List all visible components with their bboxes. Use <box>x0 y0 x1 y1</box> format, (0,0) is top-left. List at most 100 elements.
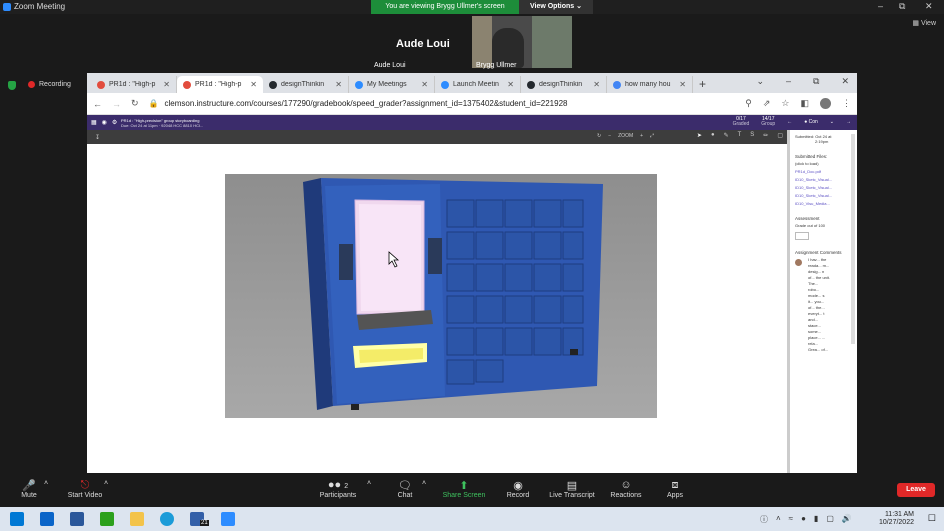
close-icon[interactable]: ✕ <box>250 80 257 89</box>
wifi-icon[interactable]: ≈ <box>789 514 793 525</box>
view-options-button[interactable]: View Options ⌄ <box>519 0 593 14</box>
browser-tab[interactable]: how many hou ✕ <box>607 76 693 93</box>
zoom-taskbar-icon[interactable] <box>221 512 235 526</box>
address-bar: ← → ↻ 🔒 clemson.instructure.com/courses/… <box>87 93 857 115</box>
minimize-button[interactable]: – <box>878 1 883 11</box>
close-button[interactable]: ✕ <box>925 1 933 12</box>
area-tool-icon[interactable]: ▢ <box>777 132 783 139</box>
file-explorer-icon[interactable] <box>130 512 144 526</box>
record-button[interactable]: ◉ Record <box>504 479 532 499</box>
pointer-tool-icon[interactable]: ➤ <box>697 132 702 139</box>
restore-button[interactable]: ⧉ <box>899 1 905 12</box>
browser-close-button[interactable]: ✕ <box>841 76 849 87</box>
eye-icon[interactable]: ◉ <box>102 119 107 126</box>
pin-tool-icon[interactable]: ● <box>711 132 715 139</box>
lock-icon[interactable]: 🔒 <box>149 99 159 108</box>
viewing-banner: You are viewing Brygg Ullmer's screen Vi… <box>371 0 593 14</box>
recording-indicator[interactable]: Recording <box>28 81 71 88</box>
battery-icon[interactable]: ▮ <box>814 514 818 525</box>
submitted-file-link[interactable]: ID10_Sketc_Visual... <box>795 185 852 190</box>
browser-tab[interactable]: Launch Meetin ✕ <box>435 76 521 93</box>
browser-tab[interactable]: designThinkin ✕ <box>263 76 349 93</box>
browser-tab[interactable]: My Meetings ✕ <box>349 76 435 93</box>
submitted-file-link[interactable]: PR1d_Doc.pdf <box>795 169 852 174</box>
next-student-icon[interactable]: → <box>846 119 851 125</box>
start-video-button[interactable]: ⎋ Start Video <box>64 479 106 499</box>
chat-button[interactable]: 🗨 Chat <box>393 479 417 499</box>
settings-gear-icon[interactable]: ⚙ <box>112 119 117 126</box>
shield-icon[interactable] <box>8 81 16 90</box>
browser-tab[interactable]: designThinkin ✕ <box>521 76 607 93</box>
browser-tab[interactable]: PR1d : "High-p ✕ <box>91 76 177 93</box>
close-icon[interactable]: ✕ <box>679 80 686 89</box>
zoom-in-icon[interactable]: + <box>640 133 643 139</box>
menu-kebab-icon[interactable]: ⋮ <box>842 98 851 109</box>
grading-sidepanel: Submitted: Oct 24 at 2:19pm Submitted Fi… <box>787 130 857 473</box>
mail-icon[interactable] <box>40 512 54 526</box>
browser-tab-active[interactable]: PR1d : "High-p ✕ <box>177 76 263 93</box>
share-icon[interactable]: ⇗ <box>763 98 771 109</box>
participant-video[interactable] <box>472 16 572 68</box>
document-viewer[interactable] <box>87 164 787 473</box>
browser-restore-button[interactable]: ⧉ <box>813 76 819 87</box>
leave-button[interactable]: Leave <box>897 483 935 497</box>
live-transcript-button[interactable]: ▤ Live Transcript <box>546 479 598 499</box>
close-icon[interactable]: ✕ <box>421 80 428 89</box>
student-dropdown-icon[interactable]: ⌄ <box>830 119 834 125</box>
rotate-icon[interactable]: ↻ <box>597 133 601 139</box>
submitted-file-link[interactable]: ID10_Sketc_Visual... <box>795 193 852 198</box>
text-tool-icon[interactable]: T <box>738 132 742 139</box>
prev-student-icon[interactable]: ← <box>787 119 792 125</box>
participants-button[interactable]: ●● 2 Participants <box>315 479 361 499</box>
sidebar-icon[interactable]: ◧ <box>800 98 809 109</box>
help-icon[interactable]: ⓘ <box>760 514 768 525</box>
bookmark-star-icon[interactable]: ☆ <box>781 98 789 109</box>
edge-icon[interactable] <box>160 512 174 526</box>
share-screen-button[interactable]: ⬆ Share Screen <box>440 479 488 499</box>
microphone-tray-icon[interactable]: ● <box>801 514 806 525</box>
participants-options-chevron[interactable]: ˄ <box>367 480 371 487</box>
close-icon[interactable]: ✕ <box>335 80 342 89</box>
url-field[interactable]: 🔒 clemson.instructure.com/courses/177290… <box>149 99 736 108</box>
profile-avatar[interactable] <box>820 98 831 109</box>
browser-minimize-button[interactable]: – <box>786 76 791 87</box>
submitted-time: 2:19pm <box>815 139 829 144</box>
windows-start-icon[interactable] <box>10 512 24 526</box>
draw-tool-icon[interactable]: ✏ <box>763 132 768 139</box>
strike-tool-icon[interactable]: S <box>750 132 754 139</box>
apps-button[interactable]: ⧈ Apps <box>663 479 687 499</box>
mute-options-chevron[interactable]: ˄ <box>44 480 48 487</box>
forward-icon[interactable]: → <box>112 99 121 109</box>
view-button[interactable]: ▦ View <box>912 19 936 27</box>
zoom-lens-icon[interactable]: ⚲ <box>745 98 752 109</box>
clock[interactable]: 11:31 AM 10/27/2022 <box>879 511 914 527</box>
highlight-tool-icon[interactable]: ✎ <box>724 132 729 139</box>
notifications-icon[interactable]: ☐ <box>928 513 936 524</box>
display-icon[interactable]: ▢ <box>826 514 834 525</box>
word-icon[interactable] <box>70 512 84 526</box>
student-select[interactable]: ● Con <box>804 119 818 125</box>
google-icon <box>613 80 621 89</box>
video-options-chevron[interactable]: ˄ <box>104 480 108 487</box>
submitted-file-link[interactable]: ID10_Visu_Media... <box>795 201 852 206</box>
quickbooks-icon[interactable] <box>100 512 114 526</box>
reactions-button[interactable]: ☺ Reactions <box>608 479 644 499</box>
assignment-icon[interactable]: ▦ <box>91 119 97 126</box>
fullscreen-icon[interactable]: ⤢ <box>650 133 654 139</box>
new-tab-button[interactable]: + <box>693 76 712 93</box>
chat-options-chevron[interactable]: ˄ <box>422 480 426 487</box>
close-icon[interactable]: ✕ <box>507 80 514 89</box>
zoom-out-icon[interactable]: − <box>608 133 611 139</box>
back-icon[interactable]: ← <box>93 99 102 109</box>
files-heading: Submitted Files: <box>795 154 828 159</box>
download-icon[interactable]: ↧ <box>95 134 100 141</box>
volume-icon[interactable]: 🔊 <box>842 514 852 525</box>
mute-button[interactable]: 🎤 Mute <box>18 479 40 499</box>
submitted-file-link[interactable]: ID10_Sketc_Visual... <box>795 177 852 182</box>
tab-search-icon[interactable]: ⌄ <box>756 76 764 87</box>
grade-input[interactable] <box>795 232 809 240</box>
close-icon[interactable]: ✕ <box>163 80 170 89</box>
reload-icon[interactable]: ↻ <box>131 98 139 109</box>
close-icon[interactable]: ✕ <box>593 80 600 89</box>
show-hidden-icon[interactable]: ˄ <box>776 514 781 525</box>
